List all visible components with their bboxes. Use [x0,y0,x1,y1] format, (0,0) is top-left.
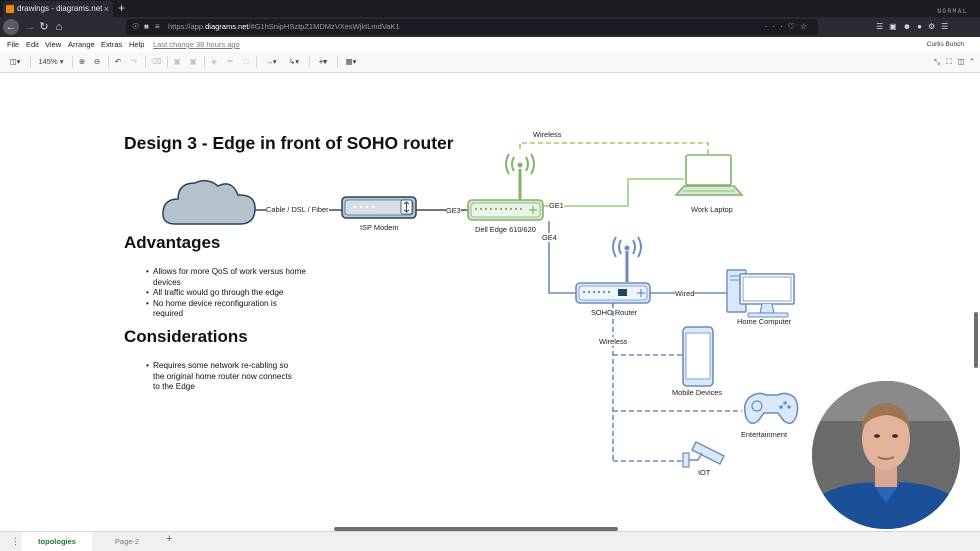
pages-menu-icon[interactable]: ⋮ [11,536,20,547]
dell-edge-label[interactable]: Dell Edge 610/620 [475,225,536,234]
security-camera-icon [682,441,725,468]
soho-router-label[interactable]: SOHO Router [591,308,637,317]
collapse-icon[interactable]: ⌃ [967,55,977,69]
ge1-label[interactable]: GE1 [549,201,564,210]
ge4-label[interactable]: GE4 [542,233,557,242]
zoom-in-icon[interactable]: ⊕ [77,55,87,69]
menu-extras[interactable]: Extras [101,37,122,52]
insert-icon[interactable]: +▾ [314,55,332,69]
soho-router-icon [575,236,651,304]
game-controller-icon [743,392,799,425]
table-icon[interactable]: ▦▾ [342,55,360,69]
mobile-device-icon [682,326,714,387]
redo-icon[interactable]: ↷ [129,55,139,69]
dell-edge-router-icon [467,153,544,221]
page-tabs-bar: ⋮ topologies Page-2 + [0,531,980,551]
menu-help[interactable]: Help [129,37,144,52]
tab-topologies[interactable]: topologies [22,532,92,551]
format-toggle-icon[interactable]: ◫ [956,55,966,69]
menu-arrange[interactable]: Arrange [68,37,95,52]
back-arrow-icon[interactable]: ← [3,19,19,35]
vim-mode-badge: NORMAL [937,8,968,15]
home-icon[interactable]: ⌂ [51,19,67,35]
zoom-out-icon[interactable]: ⊖ [92,55,102,69]
permissions-icon[interactable]: ≡ [155,19,160,35]
undo-icon[interactable]: ↶ [113,55,123,69]
to-back-icon[interactable]: ▣ [188,55,198,69]
last-change-link[interactable]: Last change 38 hours ago [153,37,240,52]
diagram-toolbar: ◫▾ 145% ▾ ⊕ ⊖ ↶ ↷ ⌫ ▣ ▣ ◈ ✏ □ →▾ ↳▾ +▾ ▦… [0,52,980,73]
browser-tab-bar: drawings - diagrams.net × + NORMAL [0,0,980,17]
advantages-heading: Advantages [124,233,221,252]
browser-nav-bar: ← → ↻ ⌂ ☉ ■ ≡ https://app.diagrams.net/#… [0,17,980,37]
isp-modem-icon [341,196,417,219]
vertical-scrollbar[interactable] [974,312,978,368]
mobile-devices-label[interactable]: Mobile Devices [672,388,722,397]
home-computer-label[interactable]: Home Computer [737,317,791,326]
reload-icon[interactable]: ↻ [36,19,52,35]
add-page-button[interactable]: + [166,533,172,545]
lock-icon: ■ [144,22,149,31]
considerations-list: Requires some network re-cabling so the … [146,361,296,393]
ge3-label[interactable]: GE3 [446,206,461,215]
url-host: diagrams.net [205,22,249,31]
design-title: Design 3 - Edge in front of SOHO router [124,133,454,153]
url-prefix: https://app. [168,22,206,31]
browser-tab[interactable]: drawings - diagrams.net × [3,1,113,17]
delete-icon[interactable]: ⌫ [151,55,162,69]
wireless-top-label[interactable]: Wireless [533,130,562,139]
diagrams-favicon-icon [6,5,14,13]
page-actions-icon[interactable]: ···♡☆ [765,19,812,35]
cable-label[interactable]: Cable / DSL / Fiber [266,205,329,214]
considerations-heading: Considerations [124,327,248,346]
list-item: Requires some network re-cabling so the … [146,361,296,393]
app-menubar: File Edit View Arrange Extras Help Last … [0,37,980,52]
entertainment-label[interactable]: Entertainment [741,430,787,439]
wired-label[interactable]: Wired [675,289,695,298]
waypoints-icon[interactable]: ↳▾ [285,55,303,69]
url-path: /#G1hSnipHSztpZ1MDMzVXesWjktLmdVaK1 [248,22,400,31]
webcam-overlay [812,381,960,529]
connection-icon[interactable]: →▾ [262,55,280,69]
menu-file[interactable]: File [7,37,19,52]
internet-cloud-icon [162,179,256,225]
tab-page-2[interactable]: Page-2 [96,532,158,551]
format-panel-icon[interactable]: ◫▾ [6,55,24,69]
close-tab-icon[interactable]: × [104,1,109,17]
browser-tab-title: drawings - diagrams.net [17,4,103,13]
fill-color-icon[interactable]: ◈ [209,55,219,69]
work-laptop-icon [674,154,744,196]
expand-icon[interactable]: ⛶ [944,55,954,69]
wireless-mid-label[interactable]: Wireless [599,337,628,346]
browser-toolbar-icons[interactable]: ☰▣☻●⚙☰ [876,19,980,35]
line-color-icon[interactable]: ✏ [225,55,235,69]
advantages-list: Allows for more QoS of work versus home … [146,267,306,320]
url-bar[interactable]: ☉ ■ ≡ https://app.diagrams.net/#G1hSnipH… [126,19,818,35]
list-item: No home device reconfiguration is requir… [146,299,306,320]
list-item: All traffic would go through the edge [146,288,306,299]
to-front-icon[interactable]: ▣ [172,55,182,69]
shield-icon[interactable]: ☉ [132,19,139,35]
user-name[interactable]: Curtis Bunch [927,37,964,52]
isp-modem-label[interactable]: ISP Modem [360,223,398,232]
fullscreen-icon[interactable]: ⤡ [932,55,942,69]
list-item: Allows for more QoS of work versus home … [146,267,306,288]
menu-view[interactable]: View [45,37,61,52]
presenter-avatar [812,381,960,529]
new-tab-button[interactable]: + [118,0,125,17]
work-laptop-label[interactable]: Work Laptop [691,205,733,214]
home-computer-icon [726,269,795,318]
menu-edit[interactable]: Edit [26,37,39,52]
iot-label[interactable]: IOT [698,468,710,477]
zoom-select[interactable]: 145% ▾ [36,55,66,69]
shadow-icon[interactable]: □ [241,55,251,69]
zoom-value: 145% [38,57,58,66]
